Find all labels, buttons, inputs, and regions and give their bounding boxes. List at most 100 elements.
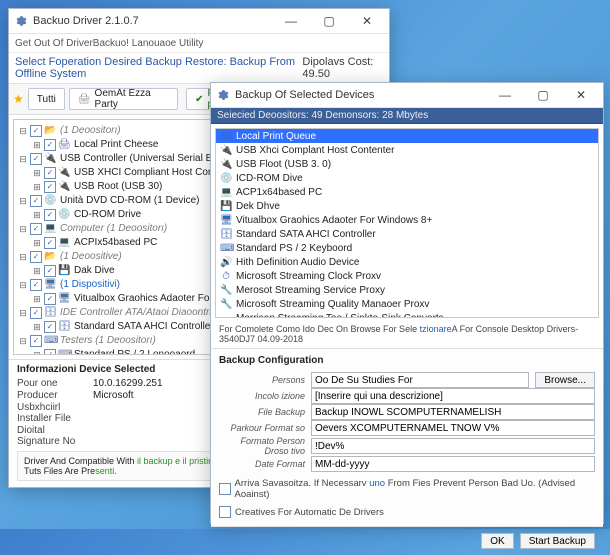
- device-type-icon: 🔌: [220, 145, 232, 156]
- list-item-label: Microsoft Streaming Quality Manaoer Prox…: [236, 299, 429, 310]
- close-button[interactable]: ✕: [565, 86, 597, 104]
- checkbox-icon[interactable]: [44, 181, 56, 193]
- checkbox-icon[interactable]: [44, 265, 56, 277]
- field-input[interactable]: [311, 456, 595, 472]
- expand-icon[interactable]: ⊞: [32, 208, 42, 222]
- device-type-icon: 💻: [58, 236, 70, 250]
- list-item[interactable]: ⌨Standard PS / 2 Keyboord: [216, 241, 598, 255]
- list-item-label: Morrison Streaming Tee / Sinkto-Sink Con…: [236, 313, 444, 319]
- expand-icon[interactable]: ⊟: [18, 194, 28, 208]
- expand-icon[interactable]: ⊟: [18, 152, 28, 166]
- list-item[interactable]: 💾Dek Dhve: [216, 199, 598, 213]
- device-type-icon: 🔌: [58, 166, 70, 180]
- field-input[interactable]: [311, 388, 595, 404]
- expand-icon[interactable]: ⊞: [32, 180, 42, 194]
- list-item[interactable]: 🔌USB Floot (USB 3. 0): [216, 157, 598, 171]
- checkbox-icon[interactable]: [44, 237, 56, 249]
- tree-item-label: USB Root (USB 30): [72, 180, 162, 194]
- list-item-label: ICD-ROM Dive: [236, 173, 303, 184]
- expand-icon[interactable]: ⊞: [32, 264, 42, 278]
- checkbox-icon[interactable]: [30, 335, 42, 347]
- titlebar[interactable]: Backuo Driver 2.1.0.7 — ▢ ✕: [9, 9, 389, 34]
- list-item-label: Merosot Streaming Service Proxy: [236, 285, 385, 296]
- maximize-button[interactable]: ▢: [313, 12, 345, 30]
- device-type-icon: 🖨: [58, 138, 70, 152]
- list-item[interactable]: 🔧 Microsoft Streaming Quality Manaoer Pro…: [216, 297, 598, 311]
- minimize-button[interactable]: —: [275, 12, 307, 30]
- tutti-button[interactable]: Tutti: [28, 88, 65, 110]
- star-icon[interactable]: ★: [13, 92, 24, 106]
- checkbox-icon[interactable]: [30, 251, 42, 263]
- device-type-icon: 🗄: [44, 306, 56, 320]
- autorun-checkbox-row[interactable]: Creatives For Automatic De Drivers: [219, 506, 595, 518]
- field-input[interactable]: [311, 438, 595, 454]
- checkbox-icon[interactable]: [44, 321, 56, 333]
- checkbox-icon[interactable]: [219, 483, 231, 495]
- expand-icon[interactable]: ⊞: [32, 138, 42, 152]
- expand-icon[interactable]: ⊟: [18, 334, 28, 348]
- list-item[interactable]: 🔧Merosot Streaming Service Proxy: [216, 283, 598, 297]
- device-type-icon: 🔧: [220, 299, 232, 310]
- close-button[interactable]: ✕: [351, 12, 383, 30]
- menu-text[interactable]: Get Out Of DriverBackuo! Lanouaoe Utilit…: [15, 38, 203, 49]
- checkbox-icon[interactable]: [30, 307, 42, 319]
- overwrite-checkbox-row[interactable]: Arriva Savasoitza. If Necessarv uno From…: [219, 478, 595, 500]
- start-backup-button[interactable]: Start Backup: [520, 533, 595, 549]
- checkbox-icon[interactable]: [44, 167, 56, 179]
- browse-button[interactable]: Browse...: [535, 372, 595, 388]
- list-item[interactable]: 🖨Local Print Queue: [216, 129, 598, 143]
- config-title: Backup Configuration: [219, 355, 595, 366]
- expand-icon[interactable]: ⊟: [18, 250, 28, 264]
- expand-icon[interactable]: ⊞: [32, 320, 42, 334]
- party-button[interactable]: 🖨OemAt Ezza Party: [69, 88, 178, 110]
- list-item[interactable]: 🖥Vitualbox Graohics Adaoter For Windows …: [216, 213, 598, 227]
- list-item-label: Microsoft Streaming Clock Proxv: [236, 271, 381, 282]
- checkbox-icon[interactable]: [30, 279, 42, 291]
- cost-text: Dipolavs Cost: 49.50: [302, 56, 383, 80]
- menu-row[interactable]: Get Out Of DriverBackuo! Lanouaoe Utilit…: [9, 34, 389, 53]
- minimize-button[interactable]: —: [489, 86, 521, 104]
- list-item[interactable]: 🗄Standard SATA AHCI Controller: [216, 227, 598, 241]
- list-item[interactable]: 💿ICD-ROM Dive: [216, 171, 598, 185]
- maximize-button[interactable]: ▢: [527, 86, 559, 104]
- expand-icon[interactable]: ⊟: [18, 306, 28, 320]
- checkbox-icon[interactable]: [219, 506, 231, 518]
- checkbox-icon[interactable]: [44, 293, 56, 305]
- checkbox-icon[interactable]: [30, 195, 42, 207]
- expand-icon[interactable]: ⊟: [18, 278, 28, 292]
- field-input[interactable]: [311, 420, 595, 436]
- expand-icon[interactable]: ⊟: [18, 124, 28, 138]
- list-item[interactable]: ↔Morrison Streaming Tee / Sinkto-Sink Co…: [216, 311, 598, 318]
- ok-button[interactable]: OK: [481, 533, 513, 549]
- expand-icon[interactable]: ⊞: [32, 166, 42, 180]
- info-key: Producer: [17, 390, 89, 401]
- checkbox-icon[interactable]: [30, 125, 42, 137]
- list-item[interactable]: 🔌USB Xhci Complant Host Contenter: [216, 143, 598, 157]
- tree-item-label: (1 Deoositorı): [58, 124, 121, 138]
- tree-item-label: Dak Dive: [72, 264, 115, 278]
- field-input[interactable]: [311, 372, 529, 388]
- device-list[interactable]: 🖨Local Print Queue🔌USB Xhci Complant Hos…: [215, 128, 599, 318]
- expand-icon[interactable]: ⊞: [32, 348, 42, 355]
- expand-icon[interactable]: ⊞: [32, 236, 42, 250]
- list-item[interactable]: 💻ACP1x64based PC: [216, 185, 598, 199]
- field-input[interactable]: [311, 404, 595, 420]
- expand-icon[interactable]: ⊟: [18, 222, 28, 236]
- device-type-icon: 💿: [58, 208, 70, 222]
- config-row: Formato Person Droso tivo: [219, 436, 595, 456]
- checkbox-icon[interactable]: [44, 139, 56, 151]
- list-item[interactable]: ⏱Microsoft Streaming Clock Proxv: [216, 269, 598, 283]
- window-title: Backuo Driver 2.1.0.7: [33, 15, 139, 27]
- checkbox-icon[interactable]: [44, 209, 56, 221]
- device-type-icon: 🖥: [44, 278, 56, 292]
- app-icon: [217, 89, 229, 101]
- browse-note: For Comolete Como Ido Dec On Browse For …: [211, 322, 603, 348]
- device-type-icon: 🖥: [58, 292, 70, 306]
- expand-icon[interactable]: ⊞: [32, 292, 42, 306]
- checkbox-icon[interactable]: [44, 349, 56, 355]
- checkbox-icon[interactable]: [30, 153, 42, 165]
- titlebar[interactable]: Backup Of Selected Devices — ▢ ✕: [211, 83, 603, 108]
- list-item[interactable]: 🔊Hith Definition Audio Device: [216, 255, 598, 269]
- backup-selected-window: Backup Of Selected Devices — ▢ ✕ Seiecie…: [210, 82, 604, 524]
- checkbox-icon[interactable]: [30, 223, 42, 235]
